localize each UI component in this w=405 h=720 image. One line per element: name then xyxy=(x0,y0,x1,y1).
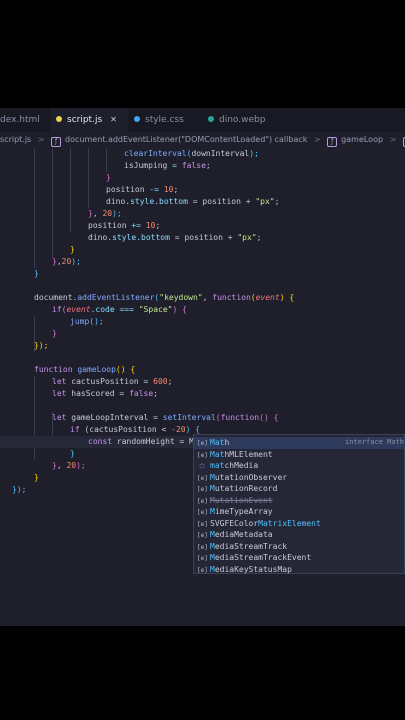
code-line: function gameLoop() { xyxy=(34,365,136,374)
tab-label: dino.webp xyxy=(219,115,266,125)
breadcrumb-separator: > xyxy=(37,135,45,144)
code-line: if(event.code === "Space") { xyxy=(52,305,187,314)
code-line: jump(); xyxy=(70,317,104,326)
js-file-icon xyxy=(56,116,62,122)
suggestion-item[interactable]: [e] MediaMetadata xyxy=(194,529,405,541)
code-line: }); xyxy=(34,341,49,350)
tab-label: dex.html xyxy=(0,115,40,125)
code-line: } xyxy=(34,269,39,278)
function-icon: ƒ xyxy=(51,137,62,147)
tab-script-js[interactable]: script.js ✕ xyxy=(50,108,128,132)
code-line: },20); xyxy=(52,257,81,266)
code-line: let cactusPosition = 600; xyxy=(52,377,173,386)
breadcrumb-file[interactable]: script.js xyxy=(0,135,31,144)
breadcrumb-separator: > xyxy=(389,135,397,144)
suggestion-detail: interface Math xyxy=(344,438,404,446)
suggestion-item[interactable]: ⬡ matchMedia xyxy=(194,460,405,472)
autocomplete-popup[interactable]: [e] Math interface Math [e] MathMLElement ⬡… xyxy=(193,434,405,574)
code-line: dino.style.bottom = position + "px"; xyxy=(88,233,262,242)
tab-label: script.js xyxy=(67,115,103,125)
code-line: let gameLoopInterval = setInterval(funct… xyxy=(52,413,279,422)
suggestion-item[interactable]: [e] MathMLElement xyxy=(194,449,405,461)
code-line: position -= 10; xyxy=(106,185,179,194)
tab-label: style.css xyxy=(145,115,184,125)
code-line: let hasScored = false; xyxy=(52,389,158,398)
suggestion-item[interactable]: [e] MimeTypeArray xyxy=(194,506,405,518)
code-line: }, 20); xyxy=(52,461,86,470)
suggestion-item[interactable]: [e] MediaKeyStatusMap xyxy=(194,564,405,574)
code-line: } xyxy=(52,329,57,338)
breadcrumb: script.js > ƒ document.addEventListener("… xyxy=(0,132,405,148)
code-line: document.addEventListener("keydown", fun… xyxy=(34,293,295,302)
close-icon[interactable]: ✕ xyxy=(110,115,117,124)
function-icon: ƒ xyxy=(327,137,338,147)
code-line: } xyxy=(106,173,111,182)
code-line: }, 20); xyxy=(88,209,122,218)
code-line: } xyxy=(70,245,75,254)
code-editor[interactable]: dex.html script.js ✕ style.css dino.webp … xyxy=(0,108,405,626)
code-line: } xyxy=(70,449,75,458)
breadcrumb-callback[interactable]: document.addEventListener("DOMContentLoa… xyxy=(65,135,307,144)
breadcrumb-gameloop[interactable]: gameLoop xyxy=(341,135,383,144)
tab-style-css[interactable]: style.css xyxy=(134,108,204,132)
css-file-icon xyxy=(134,116,140,122)
code-line: position += 10; xyxy=(88,221,161,230)
image-file-icon xyxy=(208,116,214,122)
suggestion-item[interactable]: [e] MediaStreamTrack xyxy=(194,541,405,553)
suggestion-item[interactable]: [e] MutationRecord xyxy=(194,483,405,495)
suggestion-item[interactable]: [e] MutationEvent xyxy=(194,495,405,507)
suggestion-item[interactable]: [e] MutationObserver xyxy=(194,472,405,484)
code-line: dino.style.bottom = position + "px"; xyxy=(106,197,280,206)
code-line: isJumping = false; xyxy=(124,161,211,170)
code-line: clearInterval(downInterval); xyxy=(124,149,259,158)
tab-bar: dex.html script.js ✕ style.css dino.webp xyxy=(0,108,405,132)
suggestion-item[interactable]: [e] Math interface Math xyxy=(194,437,405,449)
code-line: if (cactusPosition < -20) { xyxy=(70,425,201,434)
variable-icon: [e] xyxy=(197,566,208,574)
tab-index-html[interactable]: dex.html xyxy=(0,108,42,132)
code-line: } xyxy=(34,473,39,482)
tab-dino-webp[interactable]: dino.webp xyxy=(208,108,278,132)
suggestion-item[interactable]: [e] MediaStreamTrackEvent xyxy=(194,552,405,564)
code-line: }); xyxy=(12,485,27,494)
suggestion-item[interactable]: [e] SVGFEColorMatrixElement xyxy=(194,518,405,530)
breadcrumb-separator: > xyxy=(313,135,321,144)
